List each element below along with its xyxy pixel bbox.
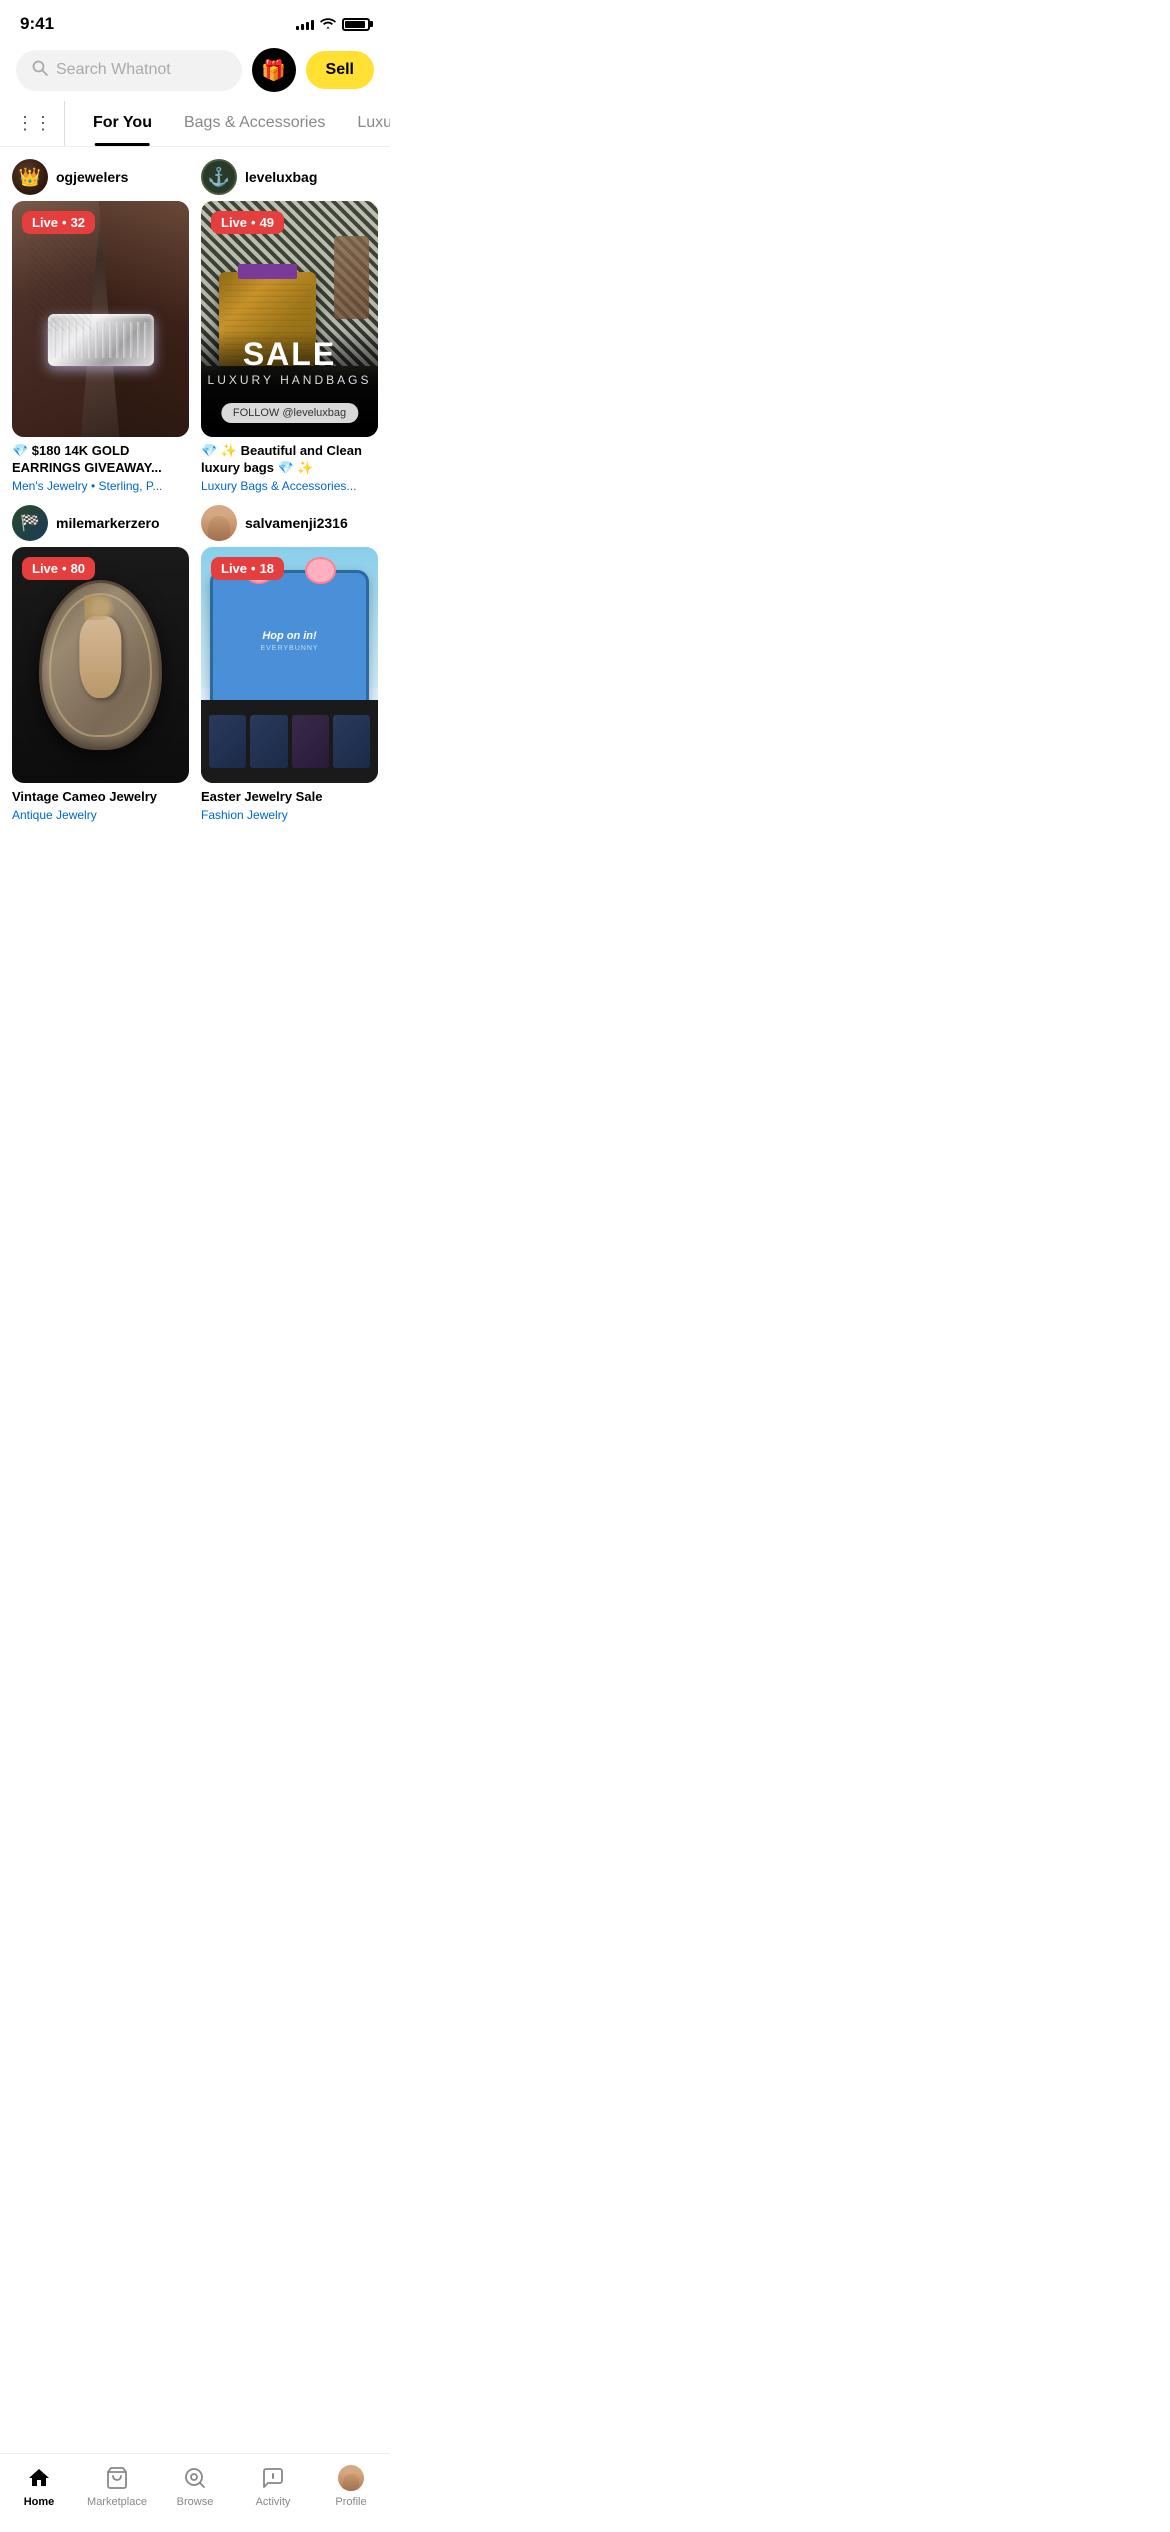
stream-category-leveluxbag: Luxury Bags & Accessories... <box>201 479 378 493</box>
signal-icon <box>296 18 314 30</box>
stream-user-ogjewelers: 👑 ogjewelers <box>12 159 189 195</box>
stream-thumb-salvamenji2316: Hop on in! EVERYBUNNY Live • 18 <box>201 547 378 783</box>
battery-icon <box>342 18 370 31</box>
stream-card-ogjewelers[interactable]: 👑 ogjewelers Live <box>12 159 189 493</box>
search-icon <box>32 60 48 81</box>
stream-user-milemarkerzero: 🏁 milemarkerzero <box>12 505 189 541</box>
category-tabs: ⋮⋮ For You Bags & Accessories Luxury Bag… <box>0 100 390 147</box>
sell-button[interactable]: Sell <box>306 51 374 89</box>
nav-home[interactable]: Home <box>0 2464 78 2508</box>
avatar-ogjewelers: 👑 <box>12 159 48 195</box>
browse-icon <box>181 2464 209 2492</box>
live-badge-salvamenji2316: Live • 18 <box>211 557 284 580</box>
activity-icon <box>259 2464 287 2492</box>
avatar-salvamenji2316 <box>201 505 237 541</box>
stream-info-ogjewelers: 💎 $180 14K GOLD EARRINGS GIVEAWAY... Men… <box>12 443 189 493</box>
stream-title-ogjewelers: 💎 $180 14K GOLD EARRINGS GIVEAWAY... <box>12 443 189 477</box>
stream-category-milemarkerzero: Antique Jewelry <box>12 808 189 822</box>
gift-icon: 🎁 <box>261 58 286 83</box>
status-icons <box>296 16 370 32</box>
username-milemarkerzero: milemarkerzero <box>56 515 160 531</box>
username-ogjewelers: ogjewelers <box>56 169 128 185</box>
profile-icon <box>337 2464 365 2492</box>
nav-activity[interactable]: Activity <box>234 2464 312 2508</box>
stream-thumb-milemarkerzero: Live • 80 <box>12 547 189 783</box>
home-icon <box>25 2464 53 2492</box>
nav-profile[interactable]: Profile <box>312 2464 390 2508</box>
marketplace-icon <box>103 2464 131 2492</box>
username-salvamenji2316: salvamenji2316 <box>245 515 348 531</box>
hop-sub-text: EVERYBUNNY <box>260 645 318 652</box>
stream-card-milemarkerzero[interactable]: 🏁 milemarkerzero Live • <box>12 505 189 822</box>
live-badge-ogjewelers: Live • 32 <box>22 211 95 234</box>
nav-activity-label: Activity <box>256 2496 291 2508</box>
stream-title-leveluxbag: 💎 ✨ Beautiful and Clean luxury bags 💎 ✨ <box>201 443 378 477</box>
tab-for-you[interactable]: For You <box>77 100 168 146</box>
nav-browse-label: Browse <box>177 2496 214 2508</box>
stream-info-leveluxbag: 💎 ✨ Beautiful and Clean luxury bags 💎 ✨ … <box>201 443 378 493</box>
status-bar: 9:41 <box>0 0 390 40</box>
stream-user-leveluxbag: ⚓ leveluxbag <box>201 159 378 195</box>
nav-marketplace-label: Marketplace <box>87 2496 147 2508</box>
stream-title-salvamenji2316: Easter Jewelry Sale <box>201 789 378 806</box>
stream-thumb-leveluxbag: SALE LUXURY HANDBAGS FOLLOW @leveluxbag … <box>201 201 378 437</box>
status-time: 9:41 <box>20 14 54 34</box>
bottom-nav: Home Marketplace Browse <box>0 2453 390 2532</box>
live-badge-milemarkerzero: Live • 80 <box>22 557 95 580</box>
stream-category-salvamenji2316: Fashion Jewelry <box>201 808 378 822</box>
nav-profile-label: Profile <box>335 2496 366 2508</box>
search-bar[interactable]: Search Whatnot <box>16 50 242 91</box>
gift-button[interactable]: 🎁 <box>252 48 296 92</box>
grid-icon[interactable]: ⋮⋮ <box>16 101 65 146</box>
nav-home-label: Home <box>24 2496 55 2508</box>
streams-grid: 👑 ogjewelers Live <box>0 147 390 834</box>
stream-user-salvamenji2316: salvamenji2316 <box>201 505 378 541</box>
nav-marketplace[interactable]: Marketplace <box>78 2464 156 2508</box>
stream-title-milemarkerzero: Vintage Cameo Jewelry <box>12 789 189 806</box>
stream-info-milemarkerzero: Vintage Cameo Jewelry Antique Jewelry <box>12 789 189 822</box>
nav-browse[interactable]: Browse <box>156 2464 234 2508</box>
stream-card-leveluxbag[interactable]: ⚓ leveluxbag SALE <box>201 159 378 493</box>
sale-overlay: SALE LUXURY HANDBAGS <box>201 336 378 387</box>
live-badge-leveluxbag: Live • 49 <box>211 211 284 234</box>
avatar-leveluxbag: ⚓ <box>201 159 237 195</box>
tab-bags-accessories[interactable]: Bags & Accessories <box>168 100 341 146</box>
search-placeholder: Search Whatnot <box>56 61 171 79</box>
stream-card-salvamenji2316[interactable]: salvamenji2316 Hop on in! EVERYBUNNY <box>201 505 378 822</box>
wifi-icon <box>320 16 336 32</box>
tab-luxury-bags[interactable]: Luxury Bags <box>341 100 390 146</box>
username-leveluxbag: leveluxbag <box>245 169 317 185</box>
search-bar-area: Search Whatnot 🎁 Sell <box>0 40 390 100</box>
stream-category-ogjewelers: Men's Jewelry • Sterling, P... <box>12 479 189 493</box>
stream-info-salvamenji2316: Easter Jewelry Sale Fashion Jewelry <box>201 789 378 822</box>
stream-thumb-ogjewelers: Live • 32 <box>12 201 189 437</box>
follow-tag: FOLLOW @leveluxbag <box>221 403 358 423</box>
avatar-milemarkerzero: 🏁 <box>12 505 48 541</box>
